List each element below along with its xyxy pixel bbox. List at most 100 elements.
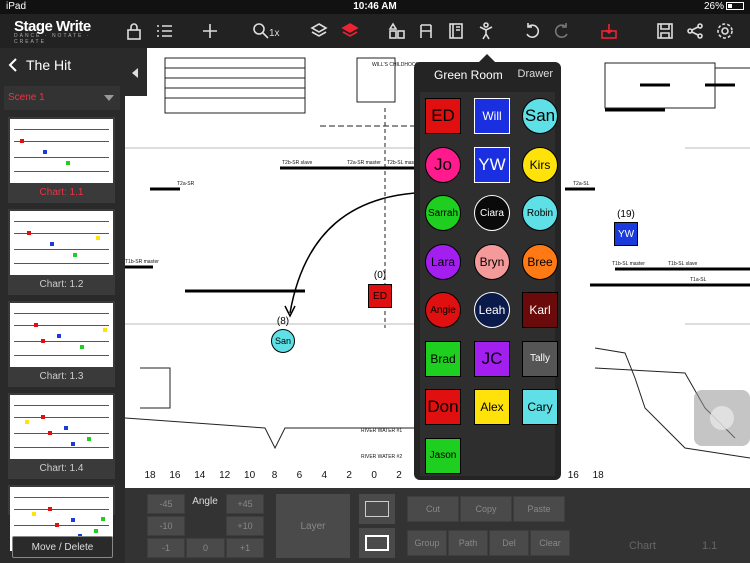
chart-preview	[10, 211, 113, 275]
movement-path[interactable]	[289, 192, 416, 314]
undo-icon[interactable]	[519, 18, 545, 44]
rotate-plus1-button[interactable]: +1	[226, 538, 264, 558]
rotate-minus45-button[interactable]: -45	[147, 494, 185, 514]
performer-token-jc[interactable]: JC	[474, 340, 510, 377]
rotate-minus1-button[interactable]: -1	[147, 538, 185, 558]
path-button[interactable]: Path	[448, 530, 488, 556]
book-icon[interactable]	[443, 18, 469, 44]
performer-token-tally[interactable]: Tally	[522, 340, 558, 377]
list-icon[interactable]	[151, 18, 177, 44]
frame-filled-button[interactable]	[359, 528, 395, 558]
performer-token-angie[interactable]: Angie	[425, 292, 461, 328]
props-icon[interactable]	[384, 18, 410, 44]
chart-label: Chart	[629, 540, 656, 552]
clear-button[interactable]: Clear	[530, 530, 570, 556]
chevron-left-icon	[8, 57, 17, 72]
battery-icon	[726, 2, 744, 10]
show-title: The Hit	[26, 56, 72, 73]
lock-icon[interactable]	[121, 18, 147, 44]
group-button[interactable]: Group	[407, 530, 447, 556]
performer-token-alex[interactable]: Alex	[474, 389, 510, 425]
ruler-tick: 2	[346, 470, 352, 481]
layers-active-icon[interactable]	[337, 18, 363, 44]
performer-token-brad[interactable]: Brad	[425, 340, 461, 377]
gear-icon[interactable]	[712, 18, 738, 44]
green-room-drawer: Green Room Drawer ED Will San Jo YW Kirs Sarra…	[414, 62, 561, 480]
layer-button[interactable]: Layer	[276, 494, 350, 558]
performer-token-lara[interactable]: Lara	[425, 243, 461, 280]
rotate-minus10-button[interactable]: -10	[147, 516, 185, 536]
ruler-tick: 18	[144, 470, 156, 481]
app-root: iPad 10:46 AM 26% Stage Write DANCE · NO…	[0, 0, 750, 563]
performer-token-bryn[interactable]: Bryn	[474, 243, 510, 280]
cut-button[interactable]: Cut	[407, 496, 459, 522]
ruler-tick: 12	[219, 470, 231, 481]
copy-button[interactable]: Copy	[460, 496, 512, 522]
performer-yw[interactable]: YW	[614, 222, 638, 246]
move-delete-button[interactable]: Move / Delete	[12, 536, 113, 558]
performer-ed[interactable]: ED	[368, 284, 392, 308]
frame-filled-icon	[365, 535, 389, 551]
performer-token-bree[interactable]: Bree	[522, 243, 558, 280]
ruler-tick: 0	[371, 470, 377, 481]
paste-button[interactable]: Paste	[513, 496, 565, 522]
san-count: (8)	[276, 316, 290, 327]
performer-token-will[interactable]: Will	[474, 98, 510, 134]
performer-san[interactable]: San	[271, 329, 295, 353]
assistive-touch-icon	[710, 406, 734, 430]
chart-preview	[10, 303, 113, 367]
performer-token-kirs[interactable]: Kirs	[522, 146, 558, 183]
rotate-reset-button[interactable]: 0	[186, 538, 225, 558]
furniture-icon[interactable]	[413, 18, 439, 44]
performer-token-leah[interactable]: Leah	[474, 292, 510, 328]
performer-token-karl[interactable]: Karl	[522, 292, 558, 328]
ruler-tick: 14	[194, 470, 206, 481]
performer-icon[interactable]	[473, 18, 499, 44]
delete-button[interactable]: Del	[489, 530, 529, 556]
battery-percent: 26%	[703, 1, 724, 12]
performer-token-san[interactable]: San	[522, 98, 558, 134]
chart-thumbnail[interactable]: Chart: 1.1	[8, 117, 115, 203]
performer-token-jason[interactable]: Jason	[425, 437, 461, 474]
back-button[interactable]: The Hit	[0, 48, 125, 81]
share-icon[interactable]	[682, 18, 708, 44]
export-icon[interactable]	[596, 18, 622, 44]
chart-thumbnail[interactable]: Chart: 1.3	[8, 301, 115, 387]
ruler-tick: 18	[592, 470, 604, 481]
chart-thumbnail[interactable]: Chart: 1.4	[8, 393, 115, 479]
performer-token-ciara[interactable]: Ciara	[474, 195, 510, 231]
status-bar: iPad 10:46 AM 26%	[0, 0, 750, 14]
ruler-tick: 16	[567, 470, 579, 481]
performer-token-jo[interactable]: Jo	[425, 146, 461, 183]
ed-count: (0)	[373, 270, 387, 281]
ruler-tick: 6	[296, 470, 303, 481]
drawer-tab-button[interactable]: Drawer	[518, 68, 553, 80]
chart-thumbnail[interactable]: Chart: 1.2	[8, 209, 115, 295]
scene-select[interactable]: Scene 1	[4, 86, 120, 110]
performer-token-don[interactable]: Don	[425, 389, 461, 425]
redo-icon[interactable]	[549, 18, 575, 44]
save-icon[interactable]	[652, 18, 678, 44]
performer-token-ed[interactable]: ED	[425, 98, 461, 134]
chart-number: 1.1	[702, 540, 718, 552]
collapse-sidebar-button[interactable]	[125, 48, 147, 96]
performer-token-sarrah[interactable]: Sarrah	[425, 195, 461, 231]
ruler-tick: 16	[169, 470, 181, 481]
river-water-1-label: RIVER WATER #1	[361, 428, 402, 434]
chart-preview	[10, 119, 113, 183]
assistive-touch-button[interactable]	[694, 390, 750, 446]
performer-token-yw[interactable]: YW	[474, 146, 510, 183]
collapse-arrow-icon	[132, 68, 138, 78]
add-icon[interactable]	[197, 18, 223, 44]
performer-token-robin[interactable]: Robin	[522, 195, 558, 231]
rotate-plus10-button[interactable]: +10	[226, 516, 264, 536]
chart-thumbnail[interactable]	[8, 485, 115, 551]
performer-token-cary[interactable]: Cary	[522, 389, 558, 425]
frame-button[interactable]	[359, 494, 395, 524]
t2a-sl-label: T2a-SL	[573, 181, 590, 187]
rotate-plus45-button[interactable]: +45	[226, 494, 264, 514]
main-toolbar: Stage Write DANCE · NOTATE · CREATE 1x	[0, 14, 750, 48]
logo-subtitle: DANCE · NOTATE · CREATE	[14, 33, 91, 45]
layers-outline-icon[interactable]	[306, 18, 332, 44]
clock: 10:46 AM	[353, 1, 397, 12]
